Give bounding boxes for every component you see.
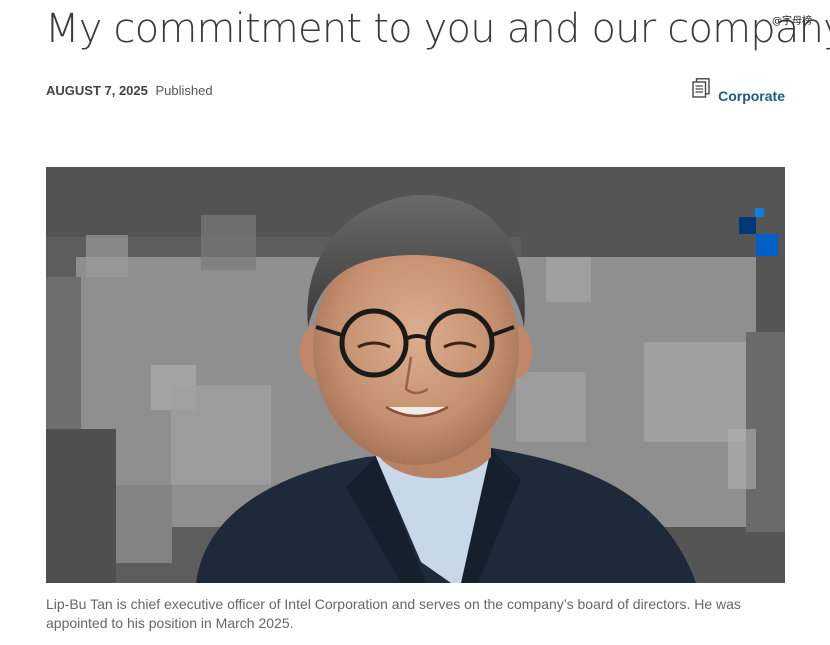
publish-status: Published <box>155 83 213 98</box>
category-link[interactable]: Corporate <box>692 78 785 104</box>
article-title: My commitment to you and our company <box>45 6 830 52</box>
article-meta: AUGUST 7, 2025 Published <box>46 83 213 98</box>
category-label: Corporate <box>718 88 785 104</box>
document-stack-icon <box>692 78 710 98</box>
publish-date: AUGUST 7, 2025 <box>46 83 148 98</box>
image-caption: Lip-Bu Tan is chief executive officer of… <box>46 596 741 631</box>
hero-image <box>46 167 785 583</box>
portrait-photo <box>46 167 785 583</box>
watermark: @字母榜 <box>772 16 812 27</box>
